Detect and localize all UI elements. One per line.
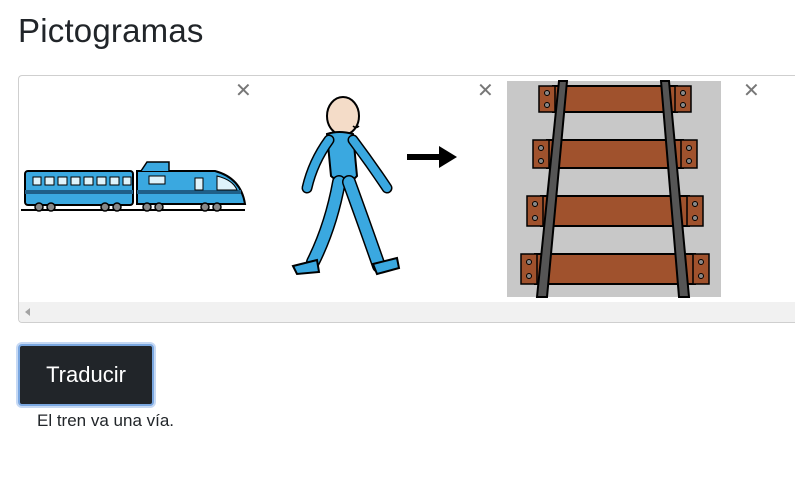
translate-button[interactable]: Traducir: [18, 344, 154, 406]
scroll-left-arrow-icon[interactable]: [25, 308, 30, 316]
person-walking-icon: [291, 96, 457, 276]
horizontal-scrollbar[interactable]: [19, 302, 795, 322]
translation-result: El tren va una vía.: [37, 411, 175, 430]
remove-walk-to-icon[interactable]: ✕: [477, 80, 494, 100]
pictogram-walk-to[interactable]: ✕: [261, 76, 501, 304]
pictogram-strip[interactable]: ✕ ✕ ✕: [18, 75, 795, 323]
remove-railway-track-icon[interactable]: ✕: [743, 80, 760, 100]
pictogram-railway-track[interactable]: ✕: [503, 76, 760, 304]
pictogram-train[interactable]: ✕: [19, 76, 259, 304]
page-title: Pictogramas: [18, 12, 204, 49]
railway-track-icon: [507, 80, 721, 298]
train-icon: [21, 161, 247, 212]
remove-train-icon[interactable]: ✕: [235, 80, 252, 100]
